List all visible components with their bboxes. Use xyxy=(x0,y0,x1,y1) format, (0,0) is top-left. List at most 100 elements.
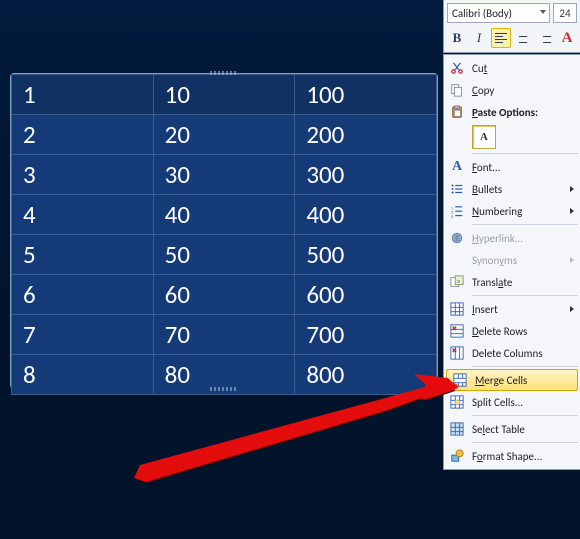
table-cell[interactable]: 70 xyxy=(153,315,295,355)
menu-separator xyxy=(472,224,578,225)
font-family-combo[interactable]: Calibri (Body) xyxy=(447,3,550,23)
clipboard-icon xyxy=(444,105,470,119)
menu-hyperlink: Hyperlink... xyxy=(444,227,580,249)
table-row[interactable]: 440400 xyxy=(12,195,437,235)
table-row[interactable]: 550500 xyxy=(12,235,437,275)
align-left-button[interactable] xyxy=(491,28,511,48)
menu-format-shape-label: Format Shape... xyxy=(470,450,580,463)
paste-keep-text-button[interactable]: A xyxy=(472,125,496,149)
table-cell[interactable]: 400 xyxy=(295,195,437,235)
menu-font[interactable]: A Font... xyxy=(444,156,580,178)
menu-format-shape[interactable]: Format Shape... xyxy=(444,445,580,467)
hyperlink-icon xyxy=(444,231,470,245)
table-cell[interactable]: 600 xyxy=(295,275,437,315)
select-table-icon xyxy=(444,422,470,436)
menu-synonyms: Synonyms xyxy=(444,249,580,271)
table-cell[interactable]: 40 xyxy=(153,195,295,235)
font-size-value: 24 xyxy=(559,7,570,20)
selected-table[interactable]: 1101002202003303004404005505006606007707… xyxy=(10,73,438,389)
data-table[interactable]: 1101002202003303004404005505006606007707… xyxy=(11,74,437,395)
table-cell[interactable]: 4 xyxy=(12,195,154,235)
menu-separator xyxy=(472,366,578,367)
scissors-icon xyxy=(444,61,470,75)
table-cell[interactable]: 30 xyxy=(153,155,295,195)
table-row[interactable]: 220200 xyxy=(12,115,437,155)
translate-icon: a xyxy=(444,275,470,289)
table-cell[interactable]: 300 xyxy=(295,155,437,195)
align-center-button[interactable] xyxy=(513,28,533,48)
table-cell[interactable]: 20 xyxy=(153,115,295,155)
table-cell[interactable]: 80 xyxy=(153,355,295,395)
menu-delete-rows[interactable]: Delete Rows xyxy=(444,320,580,342)
menu-merge-cells[interactable]: Merge Cells xyxy=(446,369,578,391)
menu-copy[interactable]: Copy xyxy=(444,79,580,101)
svg-text:a: a xyxy=(457,277,460,285)
table-cell[interactable]: 800 xyxy=(295,355,437,395)
font-color-button[interactable]: A xyxy=(557,28,577,48)
menu-insert[interactable]: Insert xyxy=(444,298,580,320)
menu-bullets[interactable]: Bullets xyxy=(444,178,580,200)
menu-separator xyxy=(472,442,578,443)
table-row[interactable]: 330300 xyxy=(12,155,437,195)
table-cell[interactable]: 5 xyxy=(12,235,154,275)
menu-bullets-label: Bullets xyxy=(470,183,580,196)
table-row[interactable]: 880800 xyxy=(12,355,437,395)
table-cell[interactable]: 1 xyxy=(12,75,154,115)
delete-columns-icon xyxy=(444,346,470,360)
menu-numbering[interactable]: 123 Numbering xyxy=(444,200,580,222)
menu-delete-columns[interactable]: Delete Columns xyxy=(444,342,580,364)
menu-split-cells-label: Split Cells... xyxy=(470,396,580,409)
paste-options-row: A xyxy=(444,123,580,151)
table-insert-icon xyxy=(444,302,470,316)
format-mini-toolbar: Calibri (Body) 24 B I A xyxy=(443,0,580,53)
table-cell[interactable]: 2 xyxy=(12,115,154,155)
table-row[interactable]: 770700 xyxy=(12,315,437,355)
context-menu: Cut Copy Paste Options: A A Font... Bull… xyxy=(443,54,580,470)
menu-font-label: Font... xyxy=(470,161,580,174)
delete-rows-icon xyxy=(444,324,470,338)
table-row[interactable]: 660600 xyxy=(12,275,437,315)
table-cell[interactable]: 8 xyxy=(12,355,154,395)
menu-delete-rows-label: Delete Rows xyxy=(470,325,580,338)
menu-separator xyxy=(472,295,578,296)
menu-cut[interactable]: Cut xyxy=(444,57,580,79)
menu-insert-label: Insert xyxy=(470,303,580,316)
format-shape-icon xyxy=(444,449,470,463)
menu-merge-cells-label: Merge Cells xyxy=(473,374,577,387)
menu-translate-label: Translate xyxy=(470,276,580,289)
menu-copy-label: Copy xyxy=(470,84,580,97)
copy-icon xyxy=(444,83,470,97)
menu-split-cells[interactable]: Split Cells... xyxy=(444,391,580,413)
merge-cells-icon xyxy=(447,373,473,387)
table-cell[interactable]: 50 xyxy=(153,235,295,275)
menu-synonyms-label: Synonyms xyxy=(470,254,580,267)
table-row[interactable]: 110100 xyxy=(12,75,437,115)
table-cell[interactable]: 10 xyxy=(153,75,295,115)
menu-hyperlink-label: Hyperlink... xyxy=(470,232,580,245)
menu-select-table[interactable]: Select Table xyxy=(444,418,580,440)
table-cell[interactable]: 60 xyxy=(153,275,295,315)
table-cell[interactable]: 6 xyxy=(12,275,154,315)
table-cell[interactable]: 7 xyxy=(12,315,154,355)
table-cell[interactable]: 100 xyxy=(295,75,437,115)
menu-numbering-label: Numbering xyxy=(470,205,580,218)
svg-text:3: 3 xyxy=(451,215,454,218)
bullets-icon xyxy=(444,182,470,196)
font-size-combo[interactable]: 24 xyxy=(553,3,577,23)
split-cells-icon xyxy=(444,395,470,409)
table-cell[interactable]: 200 xyxy=(295,115,437,155)
menu-paste-label: Paste Options: xyxy=(470,106,580,119)
menu-paste-options: Paste Options: xyxy=(444,101,580,123)
font-icon: A xyxy=(444,159,470,175)
menu-separator xyxy=(472,153,578,154)
align-right-button[interactable] xyxy=(535,28,555,48)
table-cell[interactable]: 700 xyxy=(295,315,437,355)
menu-delete-columns-label: Delete Columns xyxy=(470,347,580,360)
menu-translate[interactable]: a Translate xyxy=(444,271,580,293)
numbering-icon: 123 xyxy=(444,204,470,218)
menu-select-table-label: Select Table xyxy=(470,423,580,436)
italic-button[interactable]: I xyxy=(469,28,489,48)
bold-button[interactable]: B xyxy=(447,28,467,48)
table-cell[interactable]: 3 xyxy=(12,155,154,195)
table-cell[interactable]: 500 xyxy=(295,235,437,275)
